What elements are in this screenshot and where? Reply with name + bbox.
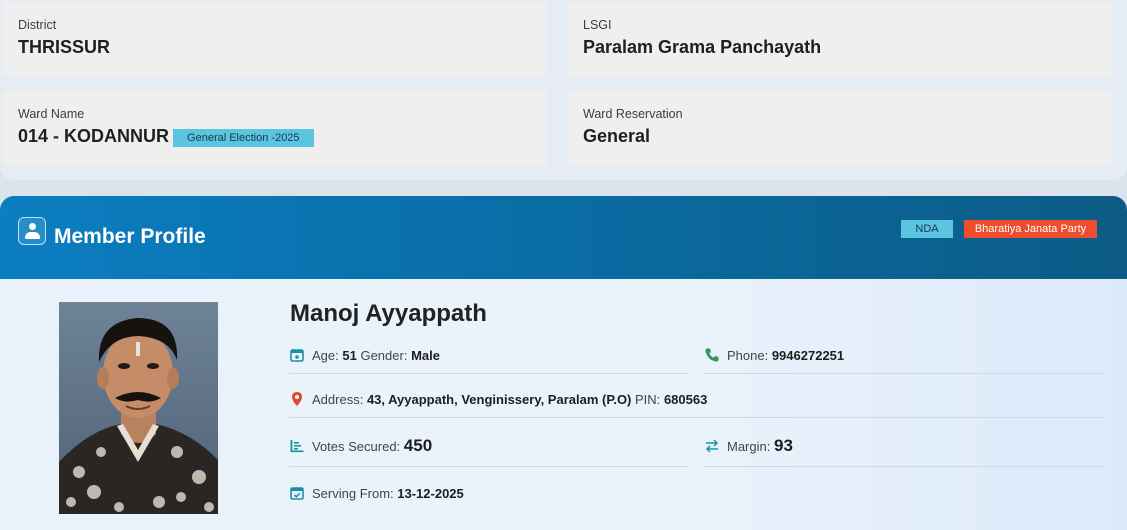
- user-icon: [18, 217, 46, 245]
- phone-icon: [704, 347, 720, 363]
- party-badge: Bharatiya Janata Party: [964, 220, 1097, 238]
- gender-value: Male: [411, 347, 440, 363]
- votes-label: Votes Secured:: [312, 438, 401, 454]
- age-value: 51: [342, 347, 357, 363]
- lsgi-label: LSGI: [583, 18, 612, 32]
- phone-row: Phone: 9946272251: [704, 347, 844, 363]
- profile-header: Member Profile NDA Bharatiya Janata Part…: [0, 196, 1127, 279]
- pin-value: 680563: [663, 391, 708, 407]
- pin-label: PIN:: [635, 391, 661, 407]
- reservation-card: Ward Reservation General: [568, 91, 1112, 165]
- divider: [289, 373, 689, 374]
- ward-card: Ward Name 014 - KODANNUR General Electio…: [3, 91, 547, 165]
- divider: [704, 373, 1104, 374]
- divider: [289, 417, 1104, 418]
- serving-value: 13-12-2025: [397, 485, 464, 501]
- serving-calendar-icon: [289, 485, 305, 501]
- phone-label: Phone:: [727, 347, 769, 363]
- margin-value: 93: [773, 436, 793, 455]
- margin-row: Margin: 93: [704, 436, 793, 456]
- member-name: Manoj Ayyappath: [290, 300, 487, 327]
- member-profile-section: Member Profile NDA Bharatiya Janata Part…: [0, 196, 1127, 530]
- calendar-icon: [289, 347, 305, 363]
- district-label: District: [18, 18, 57, 32]
- divider: [289, 466, 689, 467]
- district-value: THRISSUR: [18, 37, 111, 57]
- address-value: 43, Ayyappath, Venginissery, Paralam (P.…: [366, 391, 632, 407]
- phone-value[interactable]: 9946272251: [772, 348, 844, 363]
- margin-arrows-icon: [704, 438, 720, 454]
- member-photo: [59, 302, 218, 514]
- margin-label: Margin:: [727, 438, 771, 454]
- age-gender-row: Age: 51 Gender: Male: [289, 347, 440, 363]
- votes-list-icon: [289, 438, 305, 454]
- ward-label: Ward Name: [18, 107, 85, 121]
- gender-label: Gender:: [360, 347, 408, 363]
- votes-value: 450: [403, 436, 433, 455]
- ward-info-panel: District THRISSUR LSGI Paralam Grama Pan…: [0, 0, 1127, 180]
- location-pin-icon: [289, 391, 305, 407]
- address-label: Address:: [312, 391, 364, 407]
- age-label: Age:: [312, 347, 339, 363]
- ward-value-row: 014 - KODANNUR General Election -2025: [18, 126, 314, 147]
- district-card: District THRISSUR: [3, 2, 547, 76]
- serving-row: Serving From: 13-12-2025: [289, 485, 464, 501]
- serving-label: Serving From:: [312, 485, 394, 501]
- election-badge: General Election -2025: [173, 128, 314, 147]
- reservation-label: Ward Reservation: [583, 107, 683, 121]
- profile-title: Member Profile: [54, 225, 206, 248]
- address-row: Address: 43, Ayyappath, Venginissery, Pa…: [289, 391, 707, 407]
- lsgi-card: LSGI Paralam Grama Panchayath: [568, 2, 1112, 76]
- lsgi-value: Paralam Grama Panchayath: [583, 37, 822, 57]
- reservation-value: General: [583, 126, 651, 146]
- ward-value: 014 - KODANNUR: [18, 126, 170, 146]
- alliance-badge: NDA: [901, 220, 953, 238]
- votes-row: Votes Secured: 450: [289, 436, 432, 456]
- divider: [704, 466, 1104, 467]
